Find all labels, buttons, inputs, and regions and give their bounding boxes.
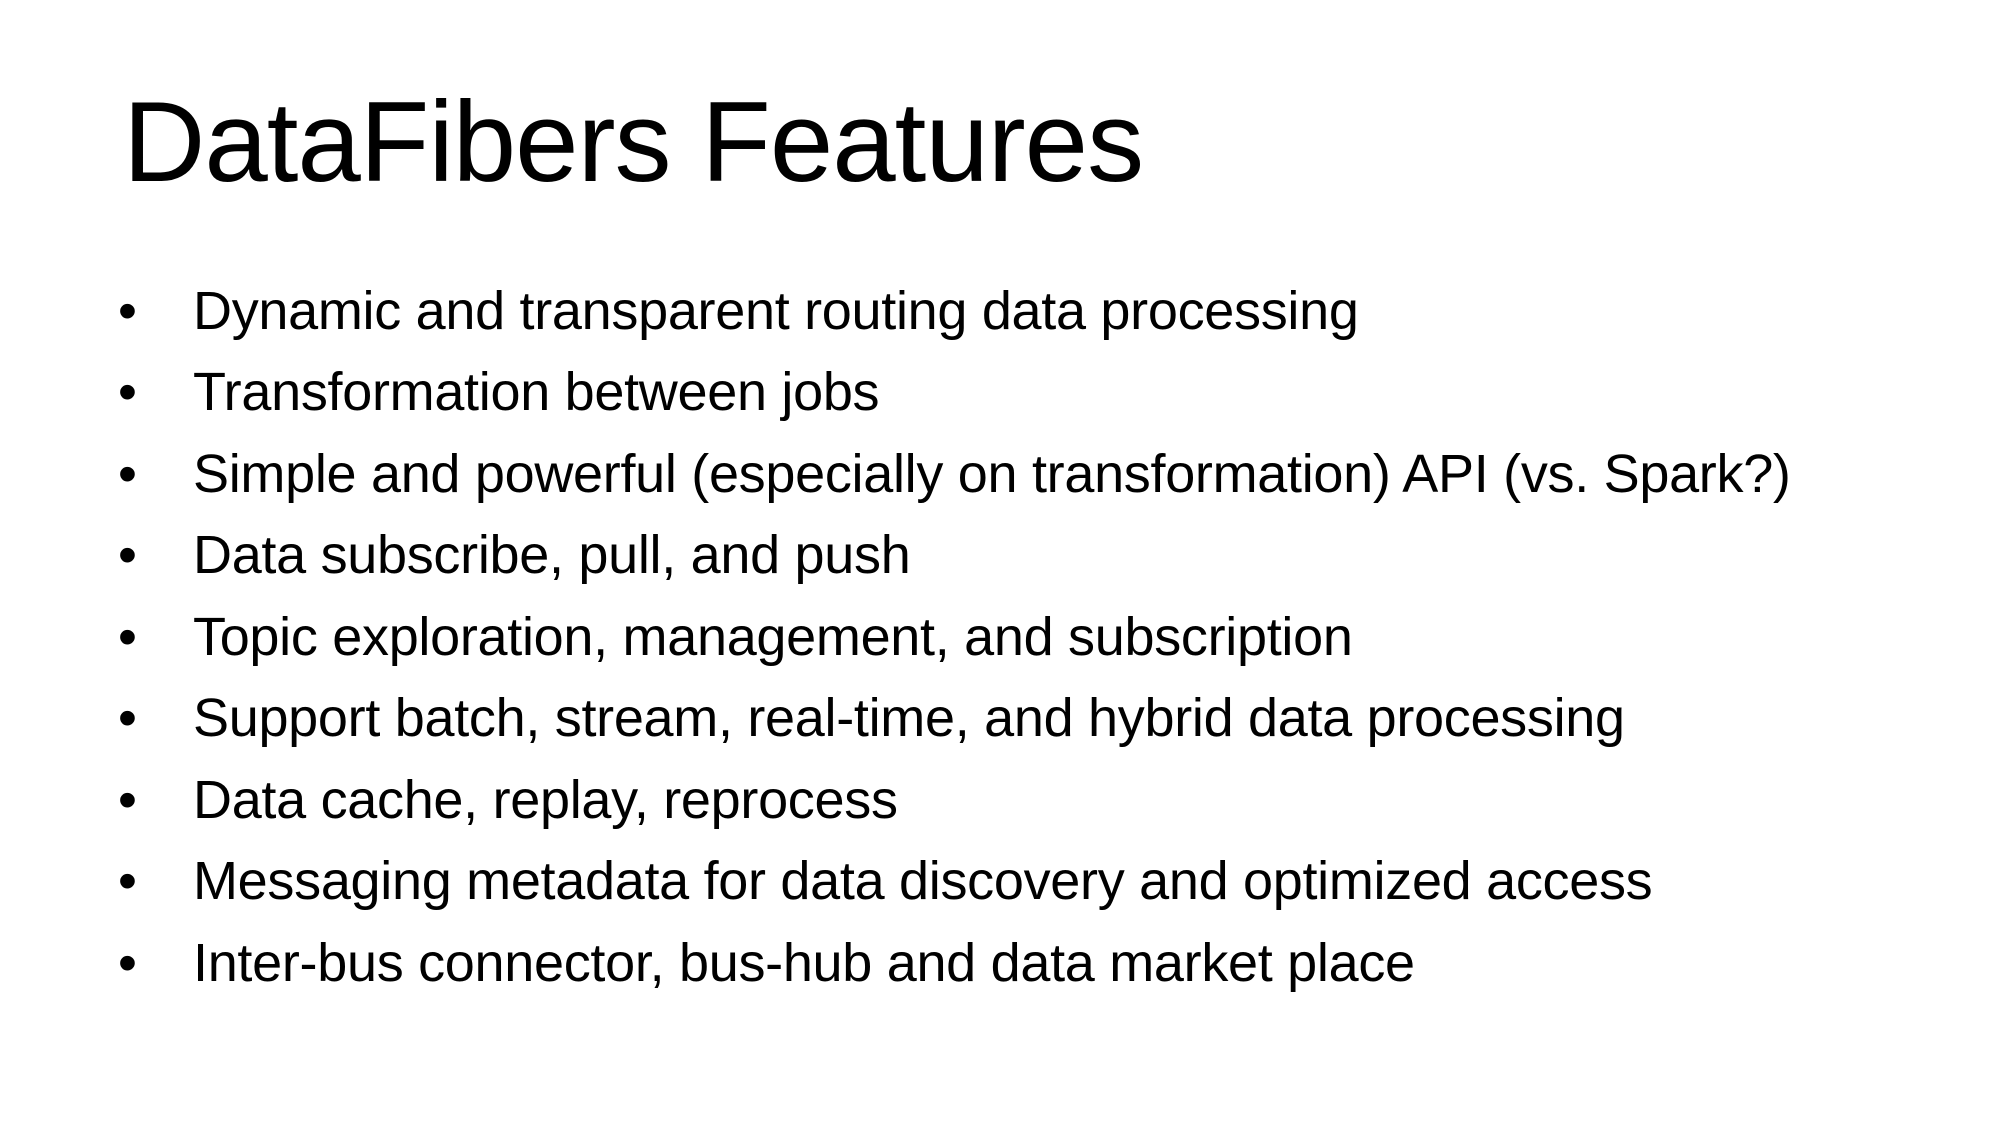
bullet-dot-icon: • bbox=[118, 606, 137, 667]
bullet-item: • Topic exploration, management, and sub… bbox=[118, 596, 1791, 678]
bullet-dot-icon: • bbox=[118, 443, 137, 504]
bullet-text: Dynamic and transparent routing data pro… bbox=[193, 280, 1359, 341]
bullet-item: • Dynamic and transparent routing data p… bbox=[118, 270, 1791, 352]
bullet-text: Inter-bus connector, bus-hub and data ma… bbox=[193, 932, 1415, 993]
bullet-dot-icon: • bbox=[118, 932, 137, 993]
bullet-item: • Data subscribe, pull, and push bbox=[118, 515, 1791, 597]
bullet-item: • Messaging metadata for data discovery … bbox=[118, 841, 1791, 923]
bullet-item: • Simple and powerful (especially on tra… bbox=[118, 433, 1791, 515]
bullet-dot-icon: • bbox=[118, 851, 137, 912]
bullet-text: Data subscribe, pull, and push bbox=[193, 525, 911, 586]
bullet-text: Topic exploration, management, and subsc… bbox=[193, 606, 1353, 667]
slide-title: DataFibers Features bbox=[123, 79, 1144, 206]
bullet-item: • Transformation between jobs bbox=[118, 352, 1791, 434]
bullet-item: • Inter-bus connector, bus-hub and data … bbox=[118, 922, 1791, 1004]
bullet-text: Data cache, replay, reprocess bbox=[193, 769, 898, 830]
bullet-text: Support batch, stream, real-time, and hy… bbox=[193, 688, 1625, 749]
bullet-dot-icon: • bbox=[118, 769, 137, 830]
bullet-text: Simple and powerful (especially on trans… bbox=[193, 443, 1791, 504]
bullet-text: Messaging metadata for data discovery an… bbox=[193, 851, 1653, 912]
bullet-dot-icon: • bbox=[118, 280, 137, 341]
bullet-dot-icon: • bbox=[118, 525, 137, 586]
bullet-dot-icon: • bbox=[118, 362, 137, 423]
bullet-dot-icon: • bbox=[118, 688, 137, 749]
bullet-list: • Dynamic and transparent routing data p… bbox=[118, 270, 1791, 1004]
bullet-item: • Support batch, stream, real-time, and … bbox=[118, 678, 1791, 760]
bullet-text: Transformation between jobs bbox=[193, 362, 880, 423]
slide: DataFibers Features • Dynamic and transp… bbox=[0, 0, 2000, 1125]
bullet-item: • Data cache, replay, reprocess bbox=[118, 759, 1791, 841]
